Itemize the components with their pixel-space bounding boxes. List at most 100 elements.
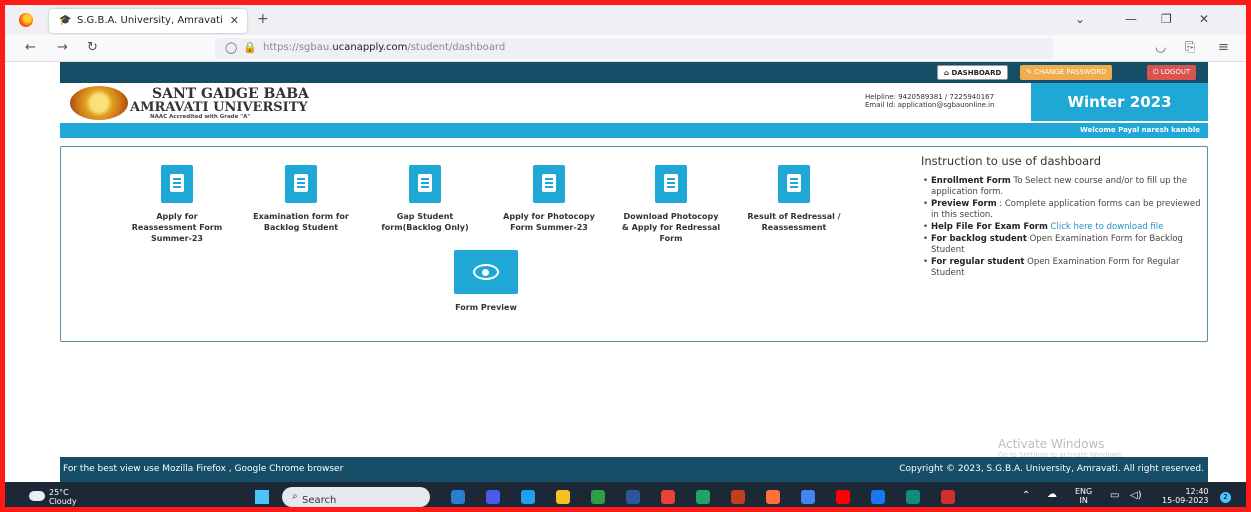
document-icon [664, 174, 678, 192]
search-label[interactable]: ⌕ Search [292, 491, 336, 506]
close-window-icon[interactable]: ✕ [1199, 12, 1209, 26]
firefox-icon[interactable] [19, 13, 33, 27]
tile-label[interactable]: Result of Redressal / Reassessment [744, 211, 844, 233]
tile-button[interactable] [409, 165, 441, 203]
list-item: For backlog student Open Examination For… [921, 234, 1206, 256]
taskbar-app-icon[interactable] [941, 490, 955, 504]
tile-redressal[interactable]: Download Photocopy & Apply for Redressal… [621, 165, 721, 244]
tile-gap-student[interactable]: Gap Student form(Backlog Only) [375, 165, 475, 233]
forward-icon[interactable]: → [57, 40, 68, 55]
tile-form-preview[interactable]: Form Preview [436, 250, 536, 313]
helpline-info: Helpline: 9420589381 / 7225940167 Email … [865, 93, 995, 109]
taskbar-app-icon[interactable] [556, 490, 570, 504]
screen: 🎓 S.G.B.A. University, Amravati ✕ + ⌄ — … [0, 0, 1251, 512]
minimize-icon[interactable]: — [1125, 12, 1137, 26]
taskbar-app-icon[interactable] [486, 490, 500, 504]
tab-list-icon[interactable]: ⌄ [1075, 12, 1085, 26]
tile-label[interactable]: Download Photocopy & Apply for Redressal… [621, 211, 721, 244]
taskbar-app-icon[interactable] [871, 490, 885, 504]
tile-label[interactable]: Gap Student form(Backlog Only) [375, 211, 475, 233]
start-button[interactable] [255, 490, 269, 504]
network-icon[interactable]: ☁ [1047, 490, 1057, 500]
dashboard-panel: Apply for Reassessment Form Summer-23 Ex… [60, 146, 1208, 342]
wifi-icon[interactable]: ▭ [1110, 491, 1119, 501]
tile-button[interactable] [778, 165, 810, 203]
shield-icon[interactable]: ◯ [225, 41, 237, 54]
lock-icon[interactable]: 🔒 [243, 41, 257, 54]
taskbar-search[interactable]: ⌕ Search [282, 487, 430, 507]
accreditation-text: NAAC Accredited with Grade "A" [150, 114, 251, 120]
tile-photocopy[interactable]: Apply for Photocopy Form Summer-23 [499, 165, 599, 233]
taskbar-app-icon[interactable] [801, 490, 815, 504]
welcome-text: Welcome Payal naresh kamble [1080, 126, 1200, 134]
document-icon [294, 174, 308, 192]
tile-button[interactable] [285, 165, 317, 203]
chevron-up-icon[interactable]: ⌃ [1022, 491, 1030, 501]
copyright: Copyright © 2023, S.G.B.A. University, A… [899, 464, 1204, 474]
address-bar[interactable]: ◯ 🔒 https://sgbau.ucanapply.com/student/… [215, 38, 1053, 59]
back-icon[interactable]: ← [25, 40, 36, 55]
site-topnav: ⌂ DASHBOARD ✎ CHANGE PASSWORD ⏻ LOGOUT [60, 62, 1208, 83]
welcome-bar: Welcome Payal naresh kamble [60, 123, 1208, 138]
taskbar-app-icon[interactable] [766, 490, 780, 504]
document-icon [170, 174, 184, 192]
tile-button[interactable] [655, 165, 687, 203]
tile-button[interactable] [533, 165, 565, 203]
logout-button[interactable]: ⏻ LOGOUT [1147, 65, 1197, 80]
taskbar-app-icon[interactable] [696, 490, 710, 504]
reload-icon[interactable]: ↻ [87, 40, 98, 55]
tile-label[interactable]: Examination form for Backlog Student [251, 211, 351, 233]
site-footer: For the best view use Mozilla Firefox , … [60, 457, 1208, 482]
new-tab-icon[interactable]: + [257, 11, 269, 27]
change-password-button[interactable]: ✎ CHANGE PASSWORD [1020, 65, 1113, 80]
site-header: SANT GADGE BABA AMRAVATI UNIVERSITY NAAC… [60, 83, 1208, 123]
taskbar-app-icon[interactable] [451, 490, 465, 504]
taskbar-app-icon[interactable] [521, 490, 535, 504]
list-item: Help File For Exam Form Click here to do… [921, 222, 1206, 233]
tile-label[interactable]: Apply for Reassessment Form Summer-23 [127, 211, 227, 244]
restore-icon[interactable]: ❐ [1161, 12, 1172, 26]
browser-note: For the best view use Mozilla Firefox , … [63, 464, 344, 474]
volume-icon[interactable]: ◁) [1130, 491, 1142, 501]
notification-badge[interactable]: 2 [1220, 492, 1231, 503]
document-icon [542, 174, 556, 192]
browser-navbar: ← → ↻ ◯ 🔒 https://sgbau.ucanapply.com/st… [5, 35, 1246, 62]
tile-reassessment[interactable]: Apply for Reassessment Form Summer-23 [127, 165, 227, 244]
dashboard-button[interactable]: ⌂ DASHBOARD [937, 65, 1009, 80]
menu-icon[interactable]: ≡ [1218, 40, 1229, 55]
university-logo [70, 86, 128, 120]
taskbar-app-icon[interactable] [626, 490, 640, 504]
pocket-icon[interactable]: ◡ [1155, 40, 1166, 55]
tile-label[interactable]: Apply for Photocopy Form Summer-23 [499, 211, 599, 233]
document-icon [787, 174, 801, 192]
url-text[interactable]: https://sgbau.ucanapply.com/student/dash… [263, 42, 505, 53]
taskbar-app-icon[interactable] [731, 490, 745, 504]
document-icon [418, 174, 432, 192]
list-item: Preview Form : Complete application form… [921, 199, 1206, 221]
graduation-cap-icon: 🎓 [59, 15, 72, 26]
download-link[interactable]: Click here to download file [1048, 222, 1164, 232]
instructions-list: Enrollment Form To Select new course and… [921, 176, 1206, 279]
taskbar-app-icon[interactable] [661, 490, 675, 504]
weather-widget[interactable]: 25°C Cloudy [49, 488, 77, 506]
tile-button[interactable] [161, 165, 193, 203]
tile-label[interactable]: Form Preview [436, 302, 536, 313]
extensions-icon[interactable]: ⎘ [1185, 40, 1195, 55]
tile-button[interactable] [454, 250, 518, 294]
taskbar-app-icon[interactable] [591, 490, 605, 504]
tab-title: S.G.B.A. University, Amravati [77, 15, 223, 26]
tab-close-icon[interactable]: ✕ [230, 14, 239, 27]
clock[interactable]: 12:40 15-09-2023 [1162, 487, 1209, 505]
browser-tabbar: 🎓 S.G.B.A. University, Amravati ✕ + ⌄ — … [5, 5, 1246, 35]
taskbar-app-icon[interactable] [906, 490, 920, 504]
browser-tab[interactable]: 🎓 S.G.B.A. University, Amravati ✕ [49, 9, 247, 33]
list-item: For regular student Open Examination For… [921, 257, 1206, 279]
language-indicator[interactable]: ENG IN [1075, 487, 1092, 505]
instructions: Instruction to use of dashboard Enrollme… [921, 154, 1206, 280]
cloud-icon[interactable] [29, 491, 45, 501]
tile-backlog-exam[interactable]: Examination form for Backlog Student [251, 165, 351, 233]
tile-result-redressal[interactable]: Result of Redressal / Reassessment [744, 165, 844, 233]
taskbar-app-icon[interactable] [836, 490, 850, 504]
eye-icon [473, 264, 499, 280]
list-item: Enrollment Form To Select new course and… [921, 176, 1206, 198]
